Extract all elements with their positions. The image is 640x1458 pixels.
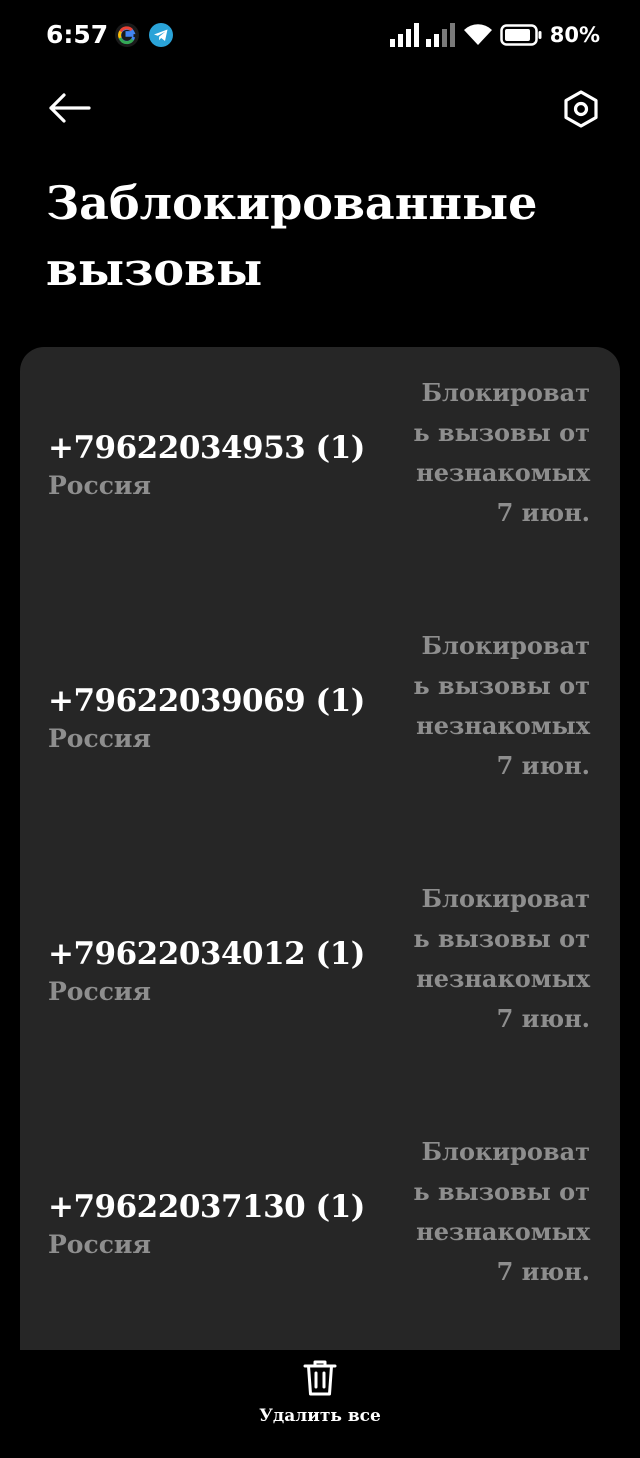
call-date: 7 июн. xyxy=(496,1004,590,1033)
status-indicators: 80% xyxy=(389,20,600,50)
back-button[interactable] xyxy=(40,80,98,136)
arrow-left-icon xyxy=(49,93,91,123)
call-date: 7 июн. xyxy=(496,751,590,780)
call-date: 7 июн. xyxy=(496,1257,590,1286)
battery-percent: 80% xyxy=(549,23,600,47)
call-number: +79622039069 (1) xyxy=(48,683,365,719)
google-icon xyxy=(114,22,140,48)
call-number: +79622034012 (1) xyxy=(48,936,365,972)
blocked-calls-list: +79622034953 (1) Россия Блокировать вызо… xyxy=(20,347,620,1350)
page-title: Заблокированные вызовы xyxy=(46,176,538,296)
call-info: +79622039069 (1) Россия xyxy=(48,680,408,756)
call-info: +79622037130 (1) Россия xyxy=(48,1186,408,1262)
blocked-call-item[interactable]: +79622039069 (1) Россия Блокировать вызо… xyxy=(20,600,620,853)
call-info: +79622034012 (1) Россия xyxy=(48,933,408,1009)
settings-button[interactable] xyxy=(552,80,610,138)
block-reason: Блокировать вызовы от незнакомых xyxy=(413,378,590,487)
call-meta: Блокировать вызовы от незнакомых 7 июн. xyxy=(410,1132,590,1292)
settings-icon xyxy=(564,90,598,128)
delete-all-label: Удалить все xyxy=(259,1406,381,1426)
signal-icon xyxy=(389,23,419,47)
call-meta: Блокировать вызовы от незнакомых 7 июн. xyxy=(410,626,590,786)
telegram-icon xyxy=(148,22,174,48)
block-reason: Блокировать вызовы от незнакомых xyxy=(413,631,590,740)
call-date: 7 июн. xyxy=(496,498,590,527)
blocked-call-item[interactable]: +79622037130 (1) Россия Блокировать вызо… xyxy=(20,1106,620,1350)
bottom-action-bar: Удалить все xyxy=(0,1350,640,1458)
call-number: +79622037130 (1) xyxy=(48,1189,365,1225)
call-country: Россия xyxy=(48,724,151,753)
blocked-call-item[interactable]: +79622034953 (1) Россия Блокировать вызо… xyxy=(20,347,620,600)
call-country: Россия xyxy=(48,977,151,1006)
battery-icon xyxy=(499,24,542,46)
call-info: +79622034953 (1) Россия xyxy=(48,427,408,503)
blocked-call-item[interactable]: +79622034012 (1) Россия Блокировать вызо… xyxy=(20,853,620,1106)
status-time: 6:57 xyxy=(46,20,109,49)
call-country: Россия xyxy=(48,1230,151,1259)
trash-icon xyxy=(303,1360,337,1396)
wifi-icon xyxy=(463,24,492,45)
call-number: +79622034953 (1) xyxy=(48,430,365,466)
call-meta: Блокировать вызовы от незнакомых 7 июн. xyxy=(410,879,590,1039)
call-meta: Блокировать вызовы от незнакомых 7 июн. xyxy=(410,373,590,533)
call-country: Россия xyxy=(48,471,151,500)
status-bar: 6:57 80% xyxy=(0,0,640,70)
block-reason: Блокировать вызовы от незнакомых xyxy=(413,884,590,993)
block-reason: Блокировать вызовы от незнакомых xyxy=(413,1137,590,1246)
signal-icon xyxy=(425,23,455,47)
delete-all-button[interactable]: Удалить все xyxy=(230,1358,410,1438)
